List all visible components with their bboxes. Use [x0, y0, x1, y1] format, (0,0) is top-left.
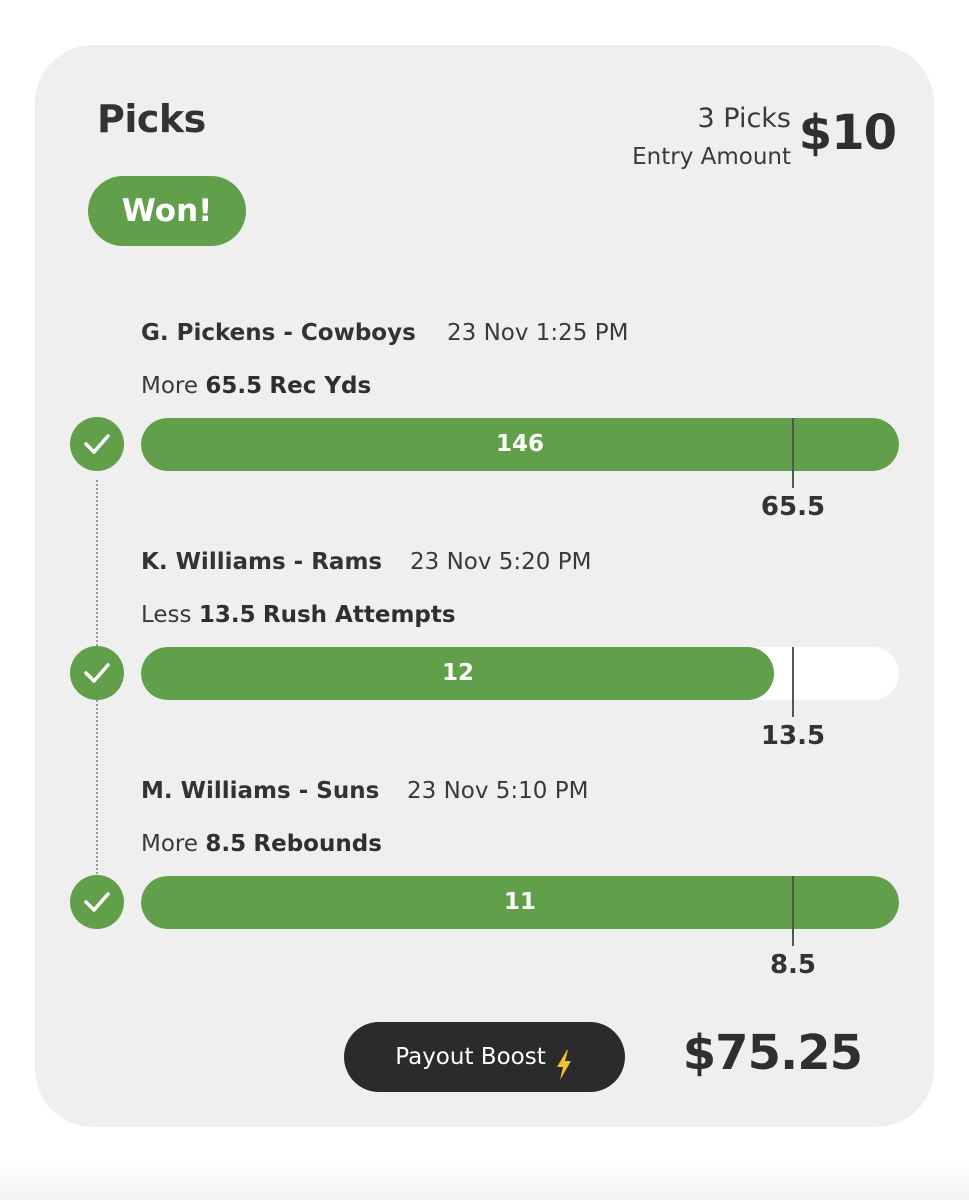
pick-stat: Rush Attempts	[262, 602, 456, 628]
check-icon	[70, 417, 124, 471]
check-icon	[70, 646, 124, 700]
pick-line: More 65.5 Rec Yds	[141, 373, 371, 399]
payout-amount: $75.25	[682, 1025, 863, 1081]
threshold-marker	[792, 647, 794, 717]
pick-line: More 8.5 Rebounds	[141, 831, 382, 857]
entry-amount: $10	[798, 105, 897, 161]
won-status-badge: Won!	[88, 176, 246, 246]
payout-boost-label: Payout Boost	[395, 1044, 546, 1070]
pick-line: Less 13.5 Rush Attempts	[141, 602, 456, 628]
progress-bar: 11	[141, 876, 899, 929]
payout-boost-button[interactable]: Payout Boost	[344, 1022, 625, 1092]
game-time: 23 Nov 1:25 PM	[447, 320, 629, 346]
result-value: 12	[441, 660, 475, 686]
player-team: M. Williams - Suns	[141, 778, 380, 804]
pick-item[interactable]: G. Pickens - Cowboys 23 Nov 1:25 PM More…	[35, 320, 934, 550]
threshold-marker	[792, 418, 794, 488]
pick-stat: Rebounds	[253, 831, 382, 857]
pick-target: 13.5	[198, 602, 256, 628]
pick-direction: More	[141, 373, 199, 399]
pick-stat: Rec Yds	[269, 373, 372, 399]
threshold-label: 13.5	[760, 721, 826, 751]
result-value: 146	[495, 431, 545, 457]
pick-target: 8.5	[205, 831, 247, 857]
game-time: 23 Nov 5:20 PM	[410, 549, 592, 575]
pick-item[interactable]: M. Williams - Suns 23 Nov 5:10 PM More 8…	[35, 778, 934, 1008]
pick-direction: Less	[141, 602, 192, 628]
progress-bar: 146	[141, 418, 899, 471]
player-team: K. Williams - Rams	[141, 549, 383, 575]
result-value: 11	[503, 889, 537, 915]
progress-bar: 12	[141, 647, 899, 700]
pick-direction: More	[141, 831, 199, 857]
game-time: 23 Nov 5:10 PM	[407, 778, 589, 804]
player-team: G. Pickens - Cowboys	[141, 320, 416, 346]
entry-amount-label: Entry Amount	[632, 144, 791, 170]
pick-target: 65.5	[205, 373, 263, 399]
threshold-label: 65.5	[760, 492, 826, 522]
bottom-shade	[0, 1160, 969, 1200]
check-icon	[70, 875, 124, 929]
threshold-label: 8.5	[769, 950, 817, 980]
lightning-bolt-icon	[554, 1039, 574, 1080]
page-title: Picks	[97, 97, 206, 141]
threshold-marker	[792, 876, 794, 946]
pick-item[interactable]: K. Williams - Rams 23 Nov 5:20 PM Less 1…	[35, 549, 934, 779]
picks-count: 3 Picks	[697, 103, 792, 134]
entry-card: Picks 3 Picks Entry Amount $10 Won! G. P…	[35, 45, 934, 1127]
